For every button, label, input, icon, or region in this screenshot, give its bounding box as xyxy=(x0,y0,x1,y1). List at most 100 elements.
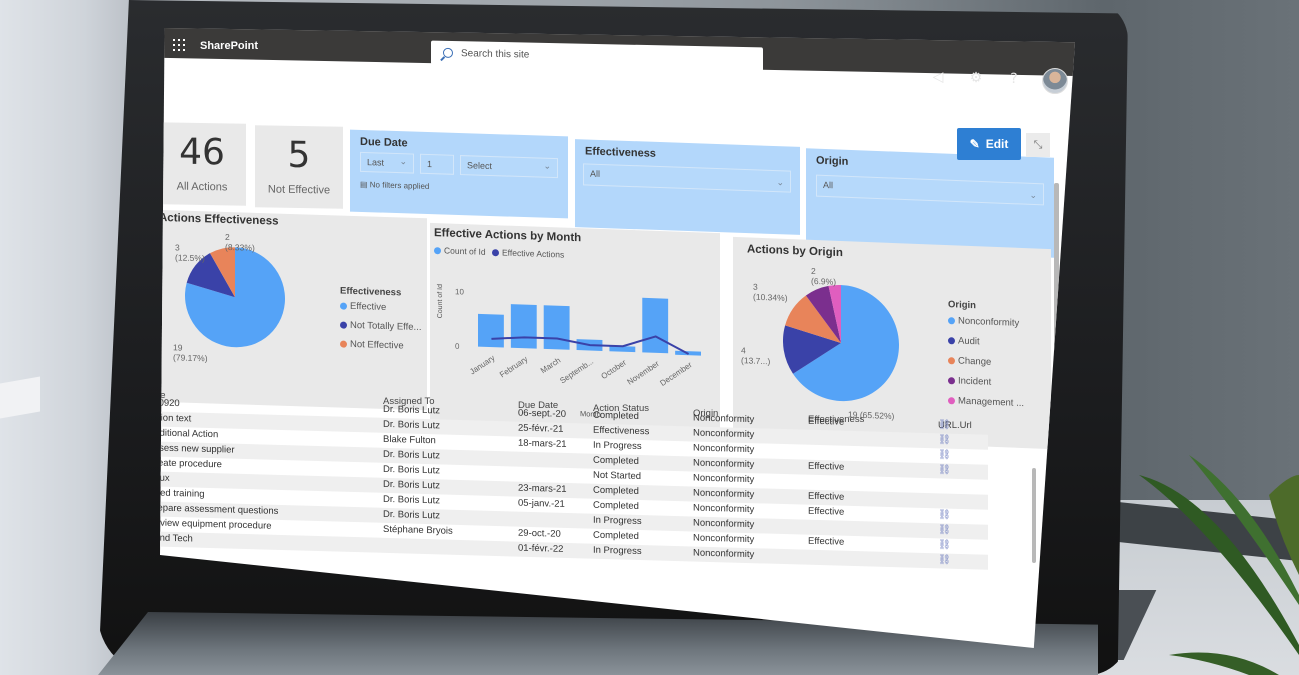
input-value: 1 xyxy=(427,158,433,170)
pie-label-effective: 19 (79.17%) xyxy=(173,342,208,364)
legend-item[interactable]: Audit xyxy=(948,335,980,347)
collapse-icon[interactable]: ⤡ xyxy=(1026,133,1050,157)
due-date-unit-dropdown[interactable]: Select ⌄ xyxy=(460,155,558,179)
table-cell: Dr. Boris Lutz xyxy=(383,493,441,507)
legend-dot xyxy=(948,377,955,385)
table-cell: Effective xyxy=(808,490,845,503)
slicer-title: Origin xyxy=(816,154,849,168)
effectiveness-dropdown[interactable]: All ⌄ xyxy=(583,163,791,193)
chart-title: Effective Actions by Month xyxy=(434,227,582,245)
screen: SharePoint Search this site ◁ ⚙ ? 46 All… xyxy=(160,28,1075,648)
table-cell: 06-sept.-20 xyxy=(518,407,567,420)
app-title[interactable]: SharePoint xyxy=(200,40,258,52)
y-tick-label: 10 xyxy=(455,287,464,296)
edit-button[interactable]: ✎ Edit xyxy=(957,128,1021,160)
table-cell: Dr. Boris Lutz xyxy=(383,508,441,522)
origin-dropdown[interactable]: All ⌄ xyxy=(816,174,1044,206)
link-icon[interactable]: ⛓ xyxy=(938,524,951,535)
link-icon[interactable]: ⛓ xyxy=(938,539,951,550)
legend-item[interactable]: Not Effective xyxy=(340,339,404,352)
bar-march[interactable] xyxy=(543,305,570,350)
pie-label-not-effective: 2 (8.33%) xyxy=(225,231,255,253)
table-cell: Stéphane Bryois xyxy=(383,523,453,537)
link-icon[interactable]: ⛓ xyxy=(938,449,951,460)
megaphone-icon[interactable]: ◁ xyxy=(930,69,946,85)
table-cell: Nonconformity xyxy=(693,532,755,546)
link-icon[interactable]: ⛓ xyxy=(938,464,951,475)
x-tick-label: Septemb... xyxy=(558,357,595,386)
chevron-down-icon: ⌄ xyxy=(776,177,784,188)
legend-title: Effectiveness xyxy=(340,285,402,299)
dropdown-value: All xyxy=(823,179,834,191)
plant-leaves xyxy=(1139,455,1299,675)
bar-november[interactable] xyxy=(642,297,669,354)
table-cell: 23-mars-21 xyxy=(518,482,567,495)
table-cell: Completed xyxy=(593,409,639,422)
legend-item[interactable]: Change xyxy=(948,355,991,368)
table-cell: Nonconformity xyxy=(693,442,755,456)
table-cell: Nonconformity xyxy=(693,427,755,441)
due-date-mode-dropdown[interactable]: Last ⌄ xyxy=(360,151,414,174)
legend-dot xyxy=(948,317,955,325)
legend-dot xyxy=(340,340,347,348)
table-cell: Effective xyxy=(808,460,845,473)
link-icon[interactable]: ⛓ xyxy=(938,434,951,445)
legend-title: Origin xyxy=(948,299,976,312)
legend-item[interactable]: Incident xyxy=(948,375,991,388)
legend-label: Nonconformity xyxy=(958,315,1020,329)
kpi-all-actions: 46 All Actions xyxy=(160,122,246,206)
bar-february[interactable] xyxy=(510,304,537,349)
filter-status: ▤ No filters applied xyxy=(360,179,430,192)
table-cell: In Progress xyxy=(593,544,642,558)
legend-label: Not Totally Effe... xyxy=(350,319,422,334)
table-cell: Create procedure xyxy=(160,457,222,471)
link-icon[interactable]: ⛓ xyxy=(938,509,951,520)
legend-label: Effective xyxy=(350,300,387,313)
table-cell: In Progress xyxy=(593,514,642,528)
table-cell: Not Started xyxy=(593,469,642,483)
app-launcher-icon[interactable] xyxy=(173,39,185,51)
x-tick-label: November xyxy=(625,359,661,387)
table-cell: Completed xyxy=(593,484,639,497)
due-date-count-input[interactable]: 1 xyxy=(420,153,454,175)
search-icon xyxy=(443,47,453,58)
legend-label: Audit xyxy=(958,335,980,348)
pie-chart xyxy=(783,285,899,402)
legend-item[interactable]: Not Totally Effe... xyxy=(340,319,422,334)
header-icons: ◁ ⚙ ? xyxy=(930,69,1022,87)
table-cell: 18-mars-21 xyxy=(518,437,567,450)
legend-item-effective[interactable]: Effective Actions xyxy=(492,247,564,260)
legend-item-count[interactable]: Count of Id xyxy=(434,245,486,257)
legend-item[interactable]: Effective xyxy=(340,301,386,313)
legend-label: Not Effective xyxy=(350,338,404,352)
gear-icon[interactable]: ⚙ xyxy=(968,70,984,86)
legend-dot xyxy=(340,321,347,329)
chevron-down-icon: ⌄ xyxy=(543,160,551,171)
kpi-value: 46 xyxy=(179,131,225,174)
table-cell: Send Tech xyxy=(160,532,193,545)
bar-january[interactable] xyxy=(478,313,504,348)
table-cell: Prepare assessment questions xyxy=(160,502,279,517)
link-icon[interactable]: ⛓ xyxy=(938,419,951,430)
legend-dot xyxy=(948,357,955,365)
search-placeholder: Search this site xyxy=(461,47,530,61)
table-cell: Nonconformity xyxy=(693,547,755,561)
avatar[interactable] xyxy=(1042,68,1068,94)
legend-item[interactable]: Nonconformity xyxy=(948,315,1019,329)
kpi-label: Not Effective xyxy=(267,183,331,197)
pie-label-change: 3 (10.34%) xyxy=(753,281,788,303)
help-icon[interactable]: ? xyxy=(1006,71,1022,87)
table-cell: Dr. Boris Lutz xyxy=(383,403,441,417)
x-tick-label: January xyxy=(468,353,496,376)
kpi-not-effective: 5 Not Effective xyxy=(255,125,343,209)
table-scrollbar[interactable] xyxy=(1032,468,1036,563)
pencil-icon: ✎ xyxy=(969,137,980,151)
link-icon[interactable]: ⛓ xyxy=(938,554,951,565)
table-cell: Nonconformity xyxy=(693,502,755,516)
x-tick-label: December xyxy=(658,360,694,388)
chevron-down-icon: ⌄ xyxy=(399,156,407,167)
table-cell: Blake Fulton xyxy=(383,433,436,447)
slicer-due-date: Due Date Last ⌄ 1 Select ⌄ ▤ No filters ap… xyxy=(350,129,568,219)
table-cell: Completed xyxy=(593,499,639,512)
table-cell: 05-janv.-21 xyxy=(518,497,565,510)
